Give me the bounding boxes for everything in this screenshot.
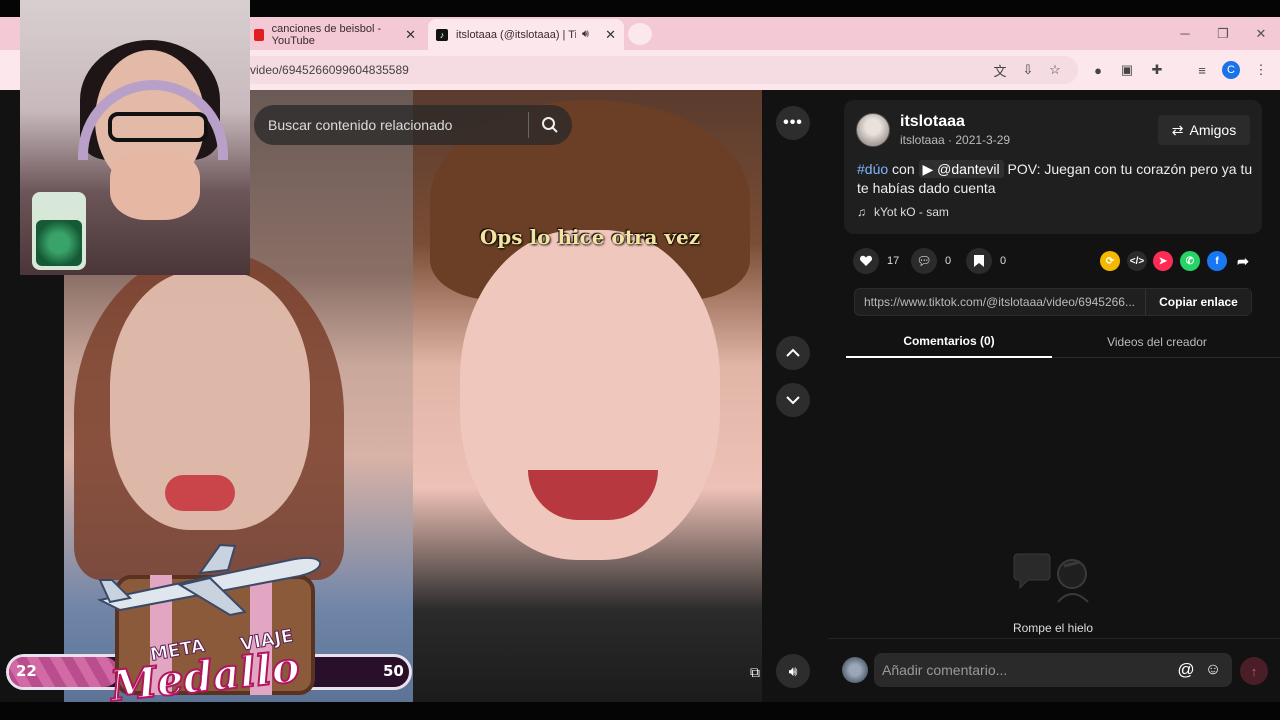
jar-contents — [36, 220, 82, 266]
music-link[interactable]: ♫ kYot kO - sam — [857, 205, 949, 219]
copy-link-button[interactable]: Copiar enlace — [1145, 289, 1251, 315]
creator-avatar[interactable] — [856, 113, 890, 147]
user-avatar — [842, 657, 868, 683]
install-icon[interactable]: ⇩ — [1018, 60, 1038, 80]
address-bar[interactable]: video/6945266099604835589 — [240, 56, 1078, 84]
embed-icon[interactable]: </> — [1127, 251, 1147, 271]
volume-icon: 🔊︎ — [788, 662, 798, 679]
extension-icon[interactable]: ▣ — [1117, 60, 1137, 80]
hashtag-link[interactable]: #dúo — [857, 161, 888, 177]
share-link-box: https://www.tiktok.com/@itslotaaa/video/… — [854, 288, 1252, 316]
restore-icon[interactable]: ❐ — [1204, 17, 1242, 50]
share-link-text[interactable]: https://www.tiktok.com/@itslotaaa/video/… — [855, 295, 1145, 309]
bookmark-icon — [966, 248, 992, 274]
comment-button[interactable]: 💬︎ 0 — [911, 248, 952, 274]
post-comment-button[interactable]: ↑ — [1240, 657, 1268, 685]
arrow-up-icon: ↑ — [1250, 663, 1258, 679]
previous-video-button[interactable] — [776, 336, 810, 370]
tab-creator-videos[interactable]: Videos del creador — [1054, 326, 1260, 358]
friends-button[interactable]: ⇄ Amigos — [1158, 115, 1250, 145]
with-word: con — [892, 161, 915, 177]
tab-tiktok[interactable]: ♪ itslotaaa (@itslotaaa) | TikT 🔊︎ ✕ — [428, 19, 624, 50]
save-button[interactable]: 0 — [966, 248, 1007, 274]
related-search-input[interactable]: Buscar contenido relacionado — [254, 105, 572, 145]
tab-youtube[interactable]: canciones de beisbol - YouTube ✕ — [246, 19, 424, 50]
speaker-icon[interactable]: 🔊︎ — [582, 28, 589, 41]
repost-icon[interactable]: ⟳ — [1100, 251, 1120, 271]
goal-end-value: 50 — [383, 662, 404, 680]
more-dots-icon: ••• — [783, 114, 803, 131]
screen-bottom-bar — [0, 702, 1280, 720]
tab-comments[interactable]: Comentarios (0) — [846, 326, 1052, 358]
friends-icon: ⇄ — [1171, 121, 1184, 138]
glasses-graphic — [108, 112, 208, 142]
bookmark-star-icon[interactable]: ☆ — [1045, 60, 1065, 80]
tab-label: canciones de beisbol - YouTube — [271, 22, 382, 47]
airplane-graphic — [96, 543, 322, 617]
chevron-up-icon — [786, 348, 800, 357]
tiktok-icon: ♪ — [436, 28, 448, 41]
media-control-icon[interactable]: ≡ — [1192, 60, 1212, 80]
friends-label: Amigos — [1189, 122, 1237, 138]
creator-subline: itslotaaa · 2021-3-29 — [900, 133, 1011, 147]
close-tab-icon[interactable]: ✕ — [397, 27, 416, 43]
mention-link[interactable]: ▶ @dantevil — [918, 160, 1004, 178]
close-tab-icon[interactable]: ✕ — [597, 27, 616, 43]
webcam-hand — [110, 150, 200, 220]
translate-icon[interactable]: 文 — [990, 60, 1010, 80]
tab-label: itslotaaa (@itslotaaa) | TikT — [456, 28, 576, 41]
empty-state-text: Rompe el hielo — [1012, 621, 1094, 635]
save-count: 0 — [1000, 255, 1007, 267]
emoji-icon[interactable]: ☺ — [1203, 660, 1223, 680]
send-icon[interactable]: ➤ — [1153, 251, 1173, 271]
next-video-button[interactable] — [776, 383, 810, 417]
music-title: kYot kO - sam — [874, 205, 949, 219]
empty-comments-icon — [1013, 553, 1089, 603]
comment-icon: 💬︎ — [911, 248, 937, 274]
minimize-icon[interactable]: ─ — [1166, 17, 1204, 50]
close-window-icon[interactable]: ✕ — [1242, 17, 1280, 50]
chevron-down-icon — [786, 396, 800, 405]
new-tab-button[interactable] — [628, 23, 652, 45]
cookie-extension-icon[interactable]: ● — [1088, 60, 1108, 80]
comment-count: 0 — [945, 255, 952, 267]
whatsapp-icon[interactable]: ✆ — [1180, 251, 1200, 271]
creator-username[interactable]: itslotaaa — [900, 113, 965, 131]
mention-text: @dantevil — [937, 161, 1000, 177]
search-icon[interactable] — [537, 112, 563, 138]
profile-avatar[interactable]: C — [1222, 61, 1240, 79]
more-options-button[interactable]: ••• — [776, 106, 810, 140]
youtube-icon — [254, 28, 264, 41]
goal-start-value: 22 — [16, 662, 37, 680]
comment-placeholder: Añadir comentario... — [882, 662, 1008, 678]
mention-at-icon[interactable]: @ — [1176, 660, 1196, 680]
caption-text: POV: Juegan con tu corazón pero ya tu te… — [857, 161, 1253, 196]
music-note-icon: ♫ — [857, 205, 866, 219]
url-text: video/6945266099604835589 — [250, 63, 409, 77]
menu-dots-icon[interactable]: ⋮ — [1251, 60, 1271, 80]
search-divider — [528, 112, 529, 138]
facebook-icon[interactable]: f — [1207, 251, 1227, 271]
like-count: 17 — [887, 255, 900, 267]
heart-icon — [853, 248, 879, 274]
search-placeholder: Buscar contenido relacionado — [268, 117, 453, 133]
pip-icon[interactable]: ⧉ — [742, 659, 768, 685]
puzzle-icon[interactable]: ✚ — [1147, 60, 1167, 80]
video-person-mouth — [165, 475, 235, 511]
share-arrow-icon[interactable]: ➦ — [1233, 251, 1253, 271]
post-description: #dúo con ▶ @dantevil POV: Juegan con tu … — [857, 160, 1255, 198]
video-caption-overlay: Ops lo hice otra vez — [479, 225, 701, 249]
like-button[interactable]: 17 — [853, 248, 900, 274]
volume-button[interactable]: 🔊︎ — [776, 654, 810, 688]
